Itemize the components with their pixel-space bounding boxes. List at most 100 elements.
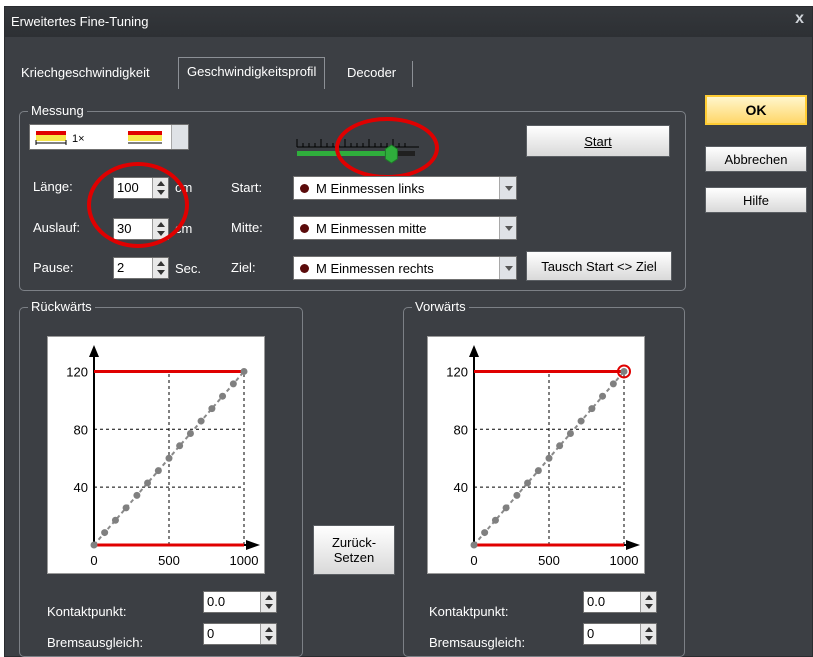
curve-point <box>491 516 499 524</box>
reset-button-line1: Zurück- <box>331 535 377 550</box>
target-dropdown-icon[interactable] <box>499 257 516 279</box>
curve-point <box>133 491 141 499</box>
middle-marker-icon <box>300 224 309 233</box>
y-axis-arrow <box>89 345 99 357</box>
reverse-contact-spin-arrows-icon[interactable] <box>260 592 276 612</box>
reverse-brake-value: 0 <box>207 626 215 641</box>
curve-point <box>513 491 521 499</box>
tab-geschwindigkeitsprofil[interactable]: Geschwindigkeitsprofil <box>178 57 326 89</box>
measure-type-label: 1× <box>72 133 85 145</box>
forward-group-label: Vorwärts <box>412 299 469 314</box>
measurement-group-label: Messung <box>28 103 87 118</box>
reverse-brake-spinner[interactable]: 0 <box>203 623 277 645</box>
forward-brake-spin-arrows-icon[interactable] <box>640 624 656 644</box>
reverse-chart[interactable]: 40 80 120 0 500 1000 <box>47 336 265 574</box>
y-tick-label: 120 <box>446 364 468 379</box>
start-field-label: Start: <box>231 180 263 195</box>
forward-chart-svg: 40 80 120 0 500 1000 <box>446 345 640 568</box>
curve-point <box>566 430 574 438</box>
middle-field-label: Mitte: <box>231 220 263 235</box>
start-button[interactable]: Start <box>526 125 670 157</box>
tab-kriechgeschwindigkeit[interactable]: Kriechgeschwindigkeit <box>13 59 158 89</box>
curve-point <box>101 529 109 537</box>
curve-point <box>122 504 130 512</box>
forward-brake-value: 0 <box>587 626 595 641</box>
forward-chart[interactable]: 40 80 120 0 500 1000 <box>427 336 645 574</box>
cancel-button[interactable]: Abbrechen <box>705 146 807 172</box>
curve-point <box>229 380 237 388</box>
ok-button[interactable]: OK <box>705 95 807 125</box>
x-tick-label: 500 <box>538 553 560 568</box>
forward-contact-spin-arrows-icon[interactable] <box>640 592 656 612</box>
pause-value: 2 <box>117 260 125 275</box>
curve-point <box>197 417 205 425</box>
curve-point <box>556 442 564 450</box>
measure-type-dropdown-icon[interactable] <box>171 125 188 149</box>
curve-point <box>186 430 194 438</box>
reset-button-line2: Setzen <box>333 550 375 565</box>
curve-point <box>470 541 478 549</box>
curve-point <box>599 392 607 400</box>
x-tick-label: 1000 <box>610 553 639 568</box>
x-tick-label: 0 <box>470 553 477 568</box>
pause-unit: Sec. <box>175 261 202 276</box>
length-label: Länge: <box>33 179 73 194</box>
runout-label: Auslauf: <box>33 220 80 235</box>
curve-point <box>609 380 617 388</box>
y-tick-label: 40 <box>454 480 468 495</box>
forward-contact-spinner[interactable]: 0.0 <box>583 591 657 613</box>
curve-point <box>144 479 152 487</box>
curve-point <box>588 405 596 413</box>
reverse-group-label: Rückwärts <box>28 299 95 314</box>
forward-brake-spinner[interactable]: 0 <box>583 623 657 645</box>
swap-start-target-button[interactable]: Tausch Start <> Ziel <box>526 251 672 281</box>
curve-point <box>208 405 216 413</box>
help-button[interactable]: Hilfe <box>705 187 807 213</box>
forward-contact-label: Kontaktpunkt: <box>429 604 509 619</box>
curve-point <box>502 504 510 512</box>
curve-point <box>165 454 173 462</box>
pause-label: Pause: <box>33 260 74 275</box>
target-combo[interactable]: M Einmessen rechts <box>293 256 517 280</box>
x-tick-label: 500 <box>158 553 180 568</box>
measure-type-combo[interactable]: 1× <box>29 124 189 150</box>
middle-dropdown-icon[interactable] <box>499 217 516 239</box>
reverse-contact-value: 0.0 <box>207 594 226 609</box>
curve-point <box>524 479 532 487</box>
start-combo[interactable]: M Einmessen links <box>293 176 517 200</box>
target-marker-icon <box>300 264 309 273</box>
middle-combo[interactable]: M Einmessen mitte <box>293 216 517 240</box>
reset-button[interactable]: Zurück- Setzen <box>313 525 395 575</box>
curve-point <box>577 417 585 425</box>
reverse-contact-label: Kontaktpunkt: <box>47 604 127 619</box>
fine-tuning-dialog: Erweitertes Fine-Tuning x Kriechgeschwin… <box>4 6 813 657</box>
curve-point <box>545 454 553 462</box>
start-combo-value: M Einmessen links <box>316 181 425 196</box>
y-axis-arrow <box>469 345 479 357</box>
curve-point <box>154 467 162 475</box>
start-dropdown-icon[interactable] <box>499 177 516 199</box>
curve-point <box>534 467 542 475</box>
start-marker-icon <box>300 184 309 193</box>
pause-spin-arrows-icon[interactable] <box>152 258 168 278</box>
curve-point <box>240 367 248 375</box>
curve-point <box>219 392 227 400</box>
reverse-brake-spin-arrows-icon[interactable] <box>260 624 276 644</box>
pause-spinner[interactable]: 2 <box>113 257 169 279</box>
x-tick-label: 1000 <box>230 553 259 568</box>
y-tick-label: 80 <box>454 422 468 437</box>
y-tick-label: 80 <box>74 422 88 437</box>
curve-point <box>620 367 628 375</box>
title-bar: Erweitertes Fine-Tuning x <box>5 7 812 37</box>
highlight-ellipse-slider <box>335 117 439 179</box>
forward-brake-label: Bremsausgleich: <box>429 635 526 650</box>
y-tick-label: 120 <box>66 364 88 379</box>
close-icon[interactable]: x <box>795 10 804 28</box>
reverse-contact-spinner[interactable]: 0.0 <box>203 591 277 613</box>
tab-decoder[interactable]: Decoder <box>339 59 404 89</box>
curve-point <box>481 529 489 537</box>
x-tick-label: 0 <box>90 553 97 568</box>
middle-combo-value: M Einmessen mitte <box>316 221 427 236</box>
highlight-ellipse-length <box>87 162 189 248</box>
reverse-chart-svg: 40 80 120 0 500 1000 <box>66 345 260 568</box>
